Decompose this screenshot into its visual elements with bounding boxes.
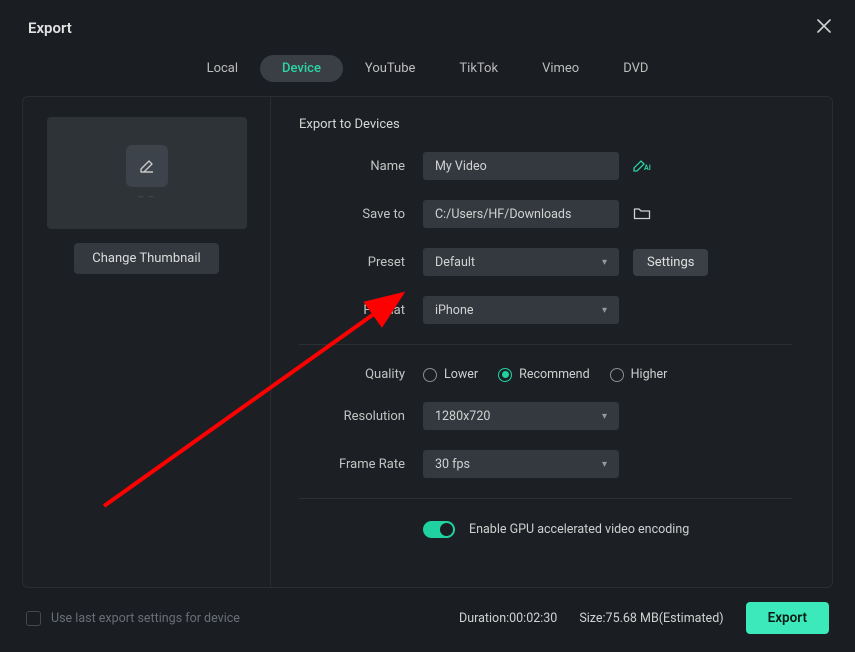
preset-select[interactable]: Default ▾: [423, 248, 619, 276]
chevron-down-icon: ▾: [602, 459, 607, 470]
ai-pencil-icon: AI: [633, 159, 651, 173]
svg-text:AI: AI: [644, 164, 651, 172]
close-icon: [817, 19, 831, 33]
framerate-label: Frame Rate: [299, 457, 423, 472]
name-row: Name My Video AI: [299, 152, 792, 180]
gpu-label: Enable GPU accelerated video encoding: [469, 522, 689, 537]
tab-youtube[interactable]: YouTube: [343, 55, 438, 82]
framerate-row: Frame Rate 30 fps ▾: [299, 450, 792, 478]
preset-row: Preset Default ▾ Settings: [299, 248, 792, 276]
settings-panel: — — Change Thumbnail Export to Devices N…: [22, 96, 833, 588]
thumbnail-column: — — Change Thumbnail: [23, 97, 271, 587]
size-readout: Size:75.68 MB(Estimated): [579, 611, 723, 626]
export-button[interactable]: Export: [746, 602, 829, 634]
format-select[interactable]: iPhone ▾: [423, 296, 619, 324]
quality-lower-radio[interactable]: Lower: [423, 367, 478, 382]
gpu-row: Enable GPU accelerated video encoding: [423, 521, 792, 538]
name-label: Name: [299, 159, 423, 174]
tab-vimeo[interactable]: Vimeo: [520, 55, 601, 82]
chevron-down-icon: ▾: [602, 305, 607, 316]
quality-row: Quality Lower Recommend Higher: [299, 367, 792, 382]
tab-dvd[interactable]: DVD: [601, 55, 670, 82]
format-row: Format iPhone ▾: [299, 296, 792, 324]
settings-form: Export to Devices Name My Video AI Save …: [271, 97, 832, 587]
divider: [299, 344, 792, 345]
dialog-title: Export: [28, 19, 72, 37]
divider: [299, 498, 792, 499]
folder-icon: [633, 206, 651, 220]
resolution-select[interactable]: 1280x720 ▾: [423, 402, 619, 430]
save-to-row: Save to C:/Users/HF/Downloads: [299, 200, 792, 228]
tab-tiktok[interactable]: TikTok: [437, 55, 520, 82]
section-title: Export to Devices: [299, 117, 792, 132]
name-input[interactable]: My Video: [423, 152, 619, 180]
quality-higher-radio[interactable]: Higher: [610, 367, 668, 382]
format-label: Format: [299, 303, 423, 318]
use-last-settings-checkbox[interactable]: [26, 611, 41, 626]
export-dialog: Export Local Device YouTube TikTok Vimeo…: [0, 0, 855, 652]
tab-local[interactable]: Local: [185, 55, 260, 82]
duration-readout: Duration:00:02:30: [459, 611, 557, 626]
gpu-toggle[interactable]: [423, 521, 455, 538]
title-bar: Export: [0, 0, 855, 47]
browse-folder-button[interactable]: [633, 205, 651, 224]
pencil-icon: [126, 145, 168, 187]
preset-label: Preset: [299, 255, 423, 270]
change-thumbnail-button[interactable]: Change Thumbnail: [74, 243, 218, 274]
tab-device[interactable]: Device: [260, 55, 343, 82]
save-to-input[interactable]: C:/Users/HF/Downloads: [423, 200, 619, 228]
framerate-select[interactable]: 30 fps ▾: [423, 450, 619, 478]
use-last-settings-label: Use last export settings for device: [51, 611, 240, 626]
quality-radio-group: Lower Recommend Higher: [423, 367, 792, 382]
ai-name-button[interactable]: AI: [633, 159, 651, 173]
footer-bar: Use last export settings for device Dura…: [0, 588, 855, 652]
chevron-down-icon: ▾: [602, 411, 607, 422]
resolution-row: Resolution 1280x720 ▾: [299, 402, 792, 430]
chevron-down-icon: ▾: [602, 257, 607, 268]
quality-recommend-radio[interactable]: Recommend: [498, 367, 590, 382]
export-destination-tabs: Local Device YouTube TikTok Vimeo DVD: [0, 55, 855, 82]
thumbnail-preview: — —: [47, 117, 247, 229]
thumbnail-caption: — —: [138, 193, 155, 202]
resolution-label: Resolution: [299, 409, 423, 424]
close-button[interactable]: [817, 18, 831, 37]
preset-settings-button[interactable]: Settings: [633, 249, 708, 276]
quality-label: Quality: [299, 367, 423, 382]
save-to-label: Save to: [299, 207, 423, 222]
